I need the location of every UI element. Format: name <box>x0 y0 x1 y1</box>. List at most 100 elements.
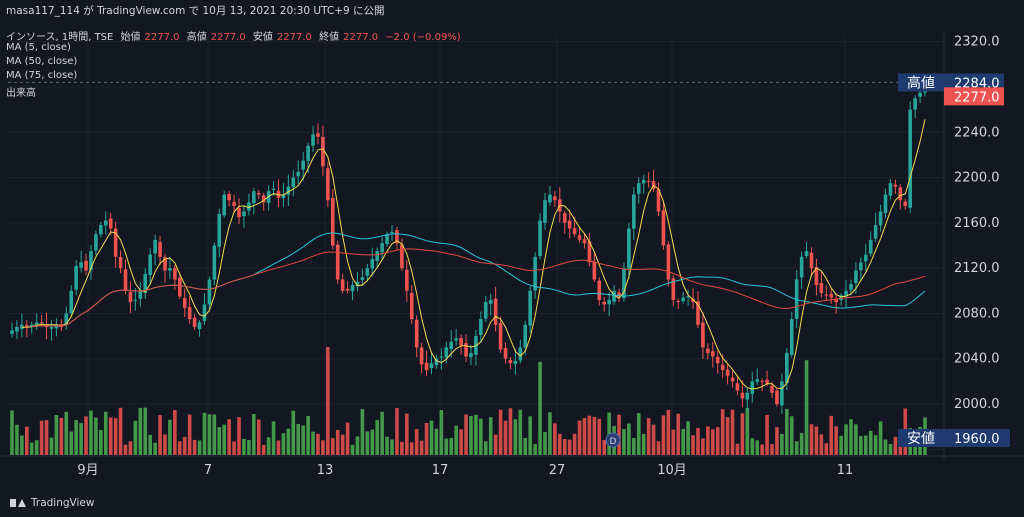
ma5-line <box>21 119 926 390</box>
volume-bar <box>355 436 360 455</box>
candle-body <box>439 356 444 358</box>
candle-body <box>212 245 217 280</box>
volume-bar <box>212 414 217 455</box>
candle-body <box>192 317 197 328</box>
volume-bar <box>29 442 34 455</box>
candle-body <box>582 239 587 244</box>
volume-bar <box>365 431 370 455</box>
candle-body <box>306 145 310 161</box>
candle-body <box>449 341 454 349</box>
indicator-volume[interactable]: 出来高 <box>6 84 36 99</box>
volume-bar <box>799 432 804 455</box>
candle-body <box>676 300 681 303</box>
indicator-ma5[interactable]: MA (5, close) <box>6 42 71 53</box>
candle-body <box>227 193 231 201</box>
candle-body <box>868 239 873 254</box>
price-chart[interactable]: 2320.02280.02240.02200.02160.02120.02080… <box>0 0 1024 517</box>
volume-bar <box>400 441 404 455</box>
candle-body <box>543 200 547 223</box>
volume-bar <box>276 440 281 455</box>
x-tick-label: 13 <box>317 463 334 478</box>
candle-body <box>503 347 508 359</box>
candle-body <box>301 160 305 170</box>
volume-bar <box>760 444 764 455</box>
volume-bar <box>493 434 498 455</box>
candle-body <box>454 338 458 341</box>
volume-bar <box>745 407 750 455</box>
volume-bar <box>533 444 537 455</box>
candle-body <box>271 188 276 190</box>
candle-body <box>730 377 735 382</box>
volume-bar <box>794 441 799 455</box>
candle-body <box>636 183 641 194</box>
volume-bar <box>202 412 207 455</box>
candle-body <box>819 283 824 294</box>
candle-body <box>148 254 152 276</box>
volume-bar <box>163 434 167 455</box>
volume-bar <box>483 441 488 455</box>
candle-body <box>123 269 128 291</box>
candle-body <box>153 239 157 254</box>
y-tick-label: 2320.0 <box>954 35 1000 50</box>
volume-bar <box>632 438 636 455</box>
volume-bar <box>479 418 483 455</box>
candle-body <box>10 330 14 334</box>
y-tick-label: 2120.0 <box>954 261 1000 276</box>
candle-body <box>799 256 804 278</box>
candle-body <box>577 235 582 240</box>
volume-bar <box>538 361 542 455</box>
candle-body <box>375 251 379 261</box>
candle-body <box>405 269 409 291</box>
volume-bar <box>94 417 98 455</box>
volume-bar <box>187 414 192 455</box>
ohlc-close-value: 2277.0 <box>343 32 379 43</box>
candle-body <box>469 353 473 358</box>
ohlc-close-label: 終値 <box>319 32 340 43</box>
candle-body <box>918 92 922 97</box>
candle-body <box>666 244 671 280</box>
volume-bar <box>671 429 676 455</box>
volume-bar <box>528 416 532 455</box>
volume-bar <box>252 413 256 455</box>
volume-bar <box>340 434 345 455</box>
volume-bar <box>627 423 631 455</box>
candle-body <box>883 194 888 214</box>
candle-body <box>750 381 755 394</box>
ohlc-open-value: 2277.0 <box>144 32 180 43</box>
volume-bar <box>464 414 468 455</box>
volume-bar <box>686 421 690 455</box>
volume-bar <box>750 438 755 455</box>
candle-body <box>252 191 256 204</box>
volume-bar <box>844 424 848 455</box>
volume-bar <box>775 427 779 455</box>
candle-body <box>641 179 646 184</box>
indicator-ma75[interactable]: MA (75, close) <box>6 70 77 81</box>
volume-bar <box>651 424 656 455</box>
candle-body <box>592 261 597 280</box>
candle-body <box>207 279 212 305</box>
indicator-ma50[interactable]: MA (50, close) <box>6 56 77 67</box>
volume-bar <box>143 407 148 455</box>
volume-bar <box>582 418 587 455</box>
volume-bar <box>380 411 384 455</box>
x-tick-label: 7 <box>204 463 212 478</box>
volume-bar <box>44 420 49 455</box>
volume-bar <box>25 426 29 455</box>
volume-bar <box>261 444 266 455</box>
volume-bar <box>770 444 774 455</box>
candle-body <box>15 327 19 332</box>
volume-bar <box>281 433 286 455</box>
ohlc-low-value: 2277.0 <box>276 32 312 43</box>
volume-bar <box>735 443 740 455</box>
volume-bar <box>59 417 64 455</box>
candle-body <box>829 293 834 298</box>
volume-bar <box>316 433 320 455</box>
volume-bar <box>548 412 552 455</box>
volume-bar <box>182 436 187 455</box>
candle-body <box>646 180 651 182</box>
volume-bar <box>819 434 824 455</box>
candle-body <box>508 359 513 364</box>
candle-body <box>370 259 375 269</box>
volume-bar <box>128 441 133 455</box>
candle-body <box>725 369 730 376</box>
